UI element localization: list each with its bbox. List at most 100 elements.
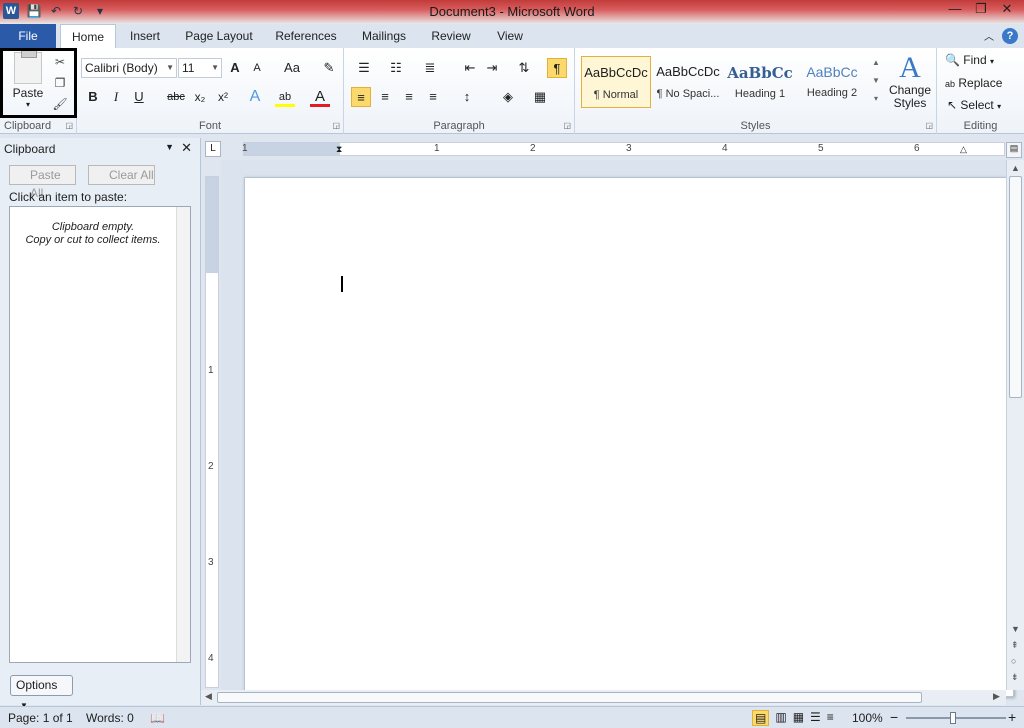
paragraph-launcher-icon[interactable]: ◲ <box>563 121 571 130</box>
superscript-button[interactable]: x² <box>213 87 233 107</box>
font-color-button[interactable]: A <box>310 87 330 107</box>
horizontal-scroll-thumb[interactable] <box>217 692 922 703</box>
subscript-button[interactable]: x₂ <box>190 87 210 107</box>
full-screen-reading-icon[interactable]: ▥ <box>775 710 786 726</box>
view-ruler-icon[interactable]: ▤ <box>1006 142 1022 158</box>
find-button[interactable]: 🔍 Find ▾ <box>945 53 994 67</box>
minimize-button[interactable]: — <box>942 0 968 20</box>
page-count[interactable]: Page: 1 of 1 <box>8 711 73 725</box>
pane-menu-icon[interactable]: ▼ <box>165 142 174 152</box>
multilevel-list-icon[interactable]: ≣ <box>420 58 440 78</box>
next-page-icon[interactable]: ⇟ <box>1011 672 1019 683</box>
font-family-select[interactable]: Calibri (Body) ▼ <box>81 58 177 78</box>
style-sample: AaBbCcDc <box>584 65 648 80</box>
ruler-number: 6 <box>914 143 920 154</box>
horizontal-scrollbar[interactable]: ◀ ▶ <box>201 690 1006 705</box>
tab-selector[interactable]: L <box>205 141 221 157</box>
show-formatting-marks-button[interactable]: ¶ <box>547 58 567 78</box>
italic-button[interactable]: I <box>106 87 126 107</box>
justify-icon[interactable]: ≡ <box>423 87 443 107</box>
text-effects-button[interactable]: A <box>245 87 265 107</box>
numbering-icon[interactable]: ☷ <box>386 58 406 78</box>
clipboard-list-scrollbar[interactable] <box>176 207 190 662</box>
document-page[interactable] <box>244 177 1014 697</box>
change-case-button[interactable]: Aa <box>279 58 305 78</box>
sort-icon[interactable]: ⇅ <box>514 58 534 78</box>
clear-all-button[interactable]: Clear All <box>88 165 155 185</box>
help-icon[interactable]: ? <box>1002 28 1018 44</box>
clipboard-items-list[interactable]: Clipboard empty. Copy or cut to collect … <box>9 206 191 663</box>
clear-formatting-icon[interactable]: ✎ <box>319 58 339 78</box>
replace-button[interactable]: ab Replace <box>945 76 1002 90</box>
vertical-scroll-thumb[interactable] <box>1009 176 1022 398</box>
grow-font-button[interactable]: A <box>225 58 245 78</box>
style-normal[interactable]: AaBbCcDc ¶ Normal <box>581 56 651 108</box>
outline-icon[interactable]: ☰ <box>810 710 821 726</box>
proofing-icon[interactable]: 📖 <box>150 711 165 725</box>
ribbon-tabs: File Home Insert Page Layout References … <box>0 24 1024 48</box>
tab-insert[interactable]: Insert <box>122 24 168 48</box>
tab-mailings[interactable]: Mailings <box>354 24 414 48</box>
change-styles-button[interactable]: A Change Styles <box>887 52 933 110</box>
select-button[interactable]: ↖ Select ▾ <box>947 98 1001 112</box>
paste-all-button[interactable]: Paste All <box>9 165 76 200</box>
shading-icon[interactable]: ◈ <box>498 87 518 107</box>
align-right-icon[interactable]: ≡ <box>399 87 419 107</box>
previous-page-icon[interactable]: ⇞ <box>1011 640 1019 651</box>
bold-button[interactable]: B <box>83 87 103 107</box>
scroll-up-icon[interactable]: ▲ <box>1011 163 1020 173</box>
tab-home[interactable]: Home <box>60 24 116 48</box>
zoom-level[interactable]: 100% <box>852 711 883 725</box>
style-heading-2[interactable]: AaBbCc Heading 2 <box>797 56 867 108</box>
highlight-button[interactable]: ab <box>275 87 295 107</box>
chevron-down-icon: ▾ <box>989 57 994 66</box>
tab-review[interactable]: Review <box>424 24 478 48</box>
print-layout-icon[interactable]: ▤ <box>752 710 770 726</box>
draft-icon[interactable]: ≡ <box>827 710 834 726</box>
maximize-button[interactable]: ❐ <box>968 0 994 20</box>
right-indent-marker-icon[interactable]: △ <box>960 144 967 155</box>
strikethrough-button[interactable]: abc <box>164 87 188 107</box>
style-name: Heading 2 <box>806 87 858 99</box>
tab-references[interactable]: References <box>268 24 344 48</box>
minimize-ribbon-icon[interactable]: ︿ <box>984 28 994 44</box>
scroll-right-icon[interactable]: ▶ <box>993 691 1000 702</box>
styles-gallery-scroll[interactable]: ▲ ▼ ▾ <box>870 54 882 110</box>
align-left-icon[interactable]: ≡ <box>351 87 371 107</box>
zoom-slider[interactable] <box>906 717 1006 719</box>
clipboard-launcher-icon[interactable]: ◲ <box>65 121 73 130</box>
style-heading-1[interactable]: AaBbCc Heading 1 <box>725 56 795 108</box>
tab-page-layout[interactable]: Page Layout <box>180 24 258 48</box>
browse-object-icon[interactable]: ○ <box>1011 656 1016 666</box>
editing-group: 🔍 Find ▾ ab Replace ↖ Select ▾ Editing <box>937 48 1024 134</box>
zoom-in-button[interactable]: + <box>1008 709 1016 725</box>
scroll-left-icon[interactable]: ◀ <box>205 691 212 702</box>
find-icon: 🔍 <box>945 53 960 67</box>
vertical-ruler[interactable]: 1 2 3 4 <box>205 176 219 688</box>
bullets-icon[interactable]: ☰ <box>354 58 374 78</box>
increase-indent-icon[interactable]: ⇥ <box>482 58 502 78</box>
zoom-slider-thumb[interactable] <box>950 712 956 724</box>
align-center-icon[interactable]: ≡ <box>375 87 395 107</box>
scroll-down-icon[interactable]: ▼ <box>1011 624 1020 634</box>
options-button[interactable]: Options ▼ <box>10 675 73 710</box>
decrease-indent-icon[interactable]: ⇤ <box>460 58 480 78</box>
close-icon[interactable]: ✕ <box>181 140 192 156</box>
vertical-scrollbar[interactable]: ▲ ▼ ⇞ ○ ⇟ <box>1006 160 1024 690</box>
web-layout-icon[interactable]: ▦ <box>793 710 804 726</box>
borders-icon[interactable]: ▦ <box>530 87 550 107</box>
underline-button[interactable]: U <box>129 87 149 107</box>
styles-launcher-icon[interactable]: ◲ <box>925 121 933 130</box>
style-no-spacing[interactable]: AaBbCcDc ¶ No Spaci... <box>653 56 723 108</box>
line-spacing-icon[interactable]: ↕ <box>457 87 477 107</box>
word-count[interactable]: Words: 0 <box>86 711 134 725</box>
shrink-font-button[interactable]: A <box>247 58 267 78</box>
font-size-select[interactable]: 11 ▼ <box>178 58 222 78</box>
zoom-out-button[interactable]: − <box>890 709 898 725</box>
horizontal-ruler[interactable]: 1 1 2 3 4 5 6 ⧗ △ <box>242 142 1005 156</box>
close-button[interactable]: ✕ <box>994 0 1020 20</box>
font-launcher-icon[interactable]: ◲ <box>332 121 340 130</box>
tab-view[interactable]: View <box>488 24 532 48</box>
tab-file[interactable]: File <box>0 24 56 48</box>
indent-marker-icon[interactable]: ⧗ <box>336 144 342 155</box>
